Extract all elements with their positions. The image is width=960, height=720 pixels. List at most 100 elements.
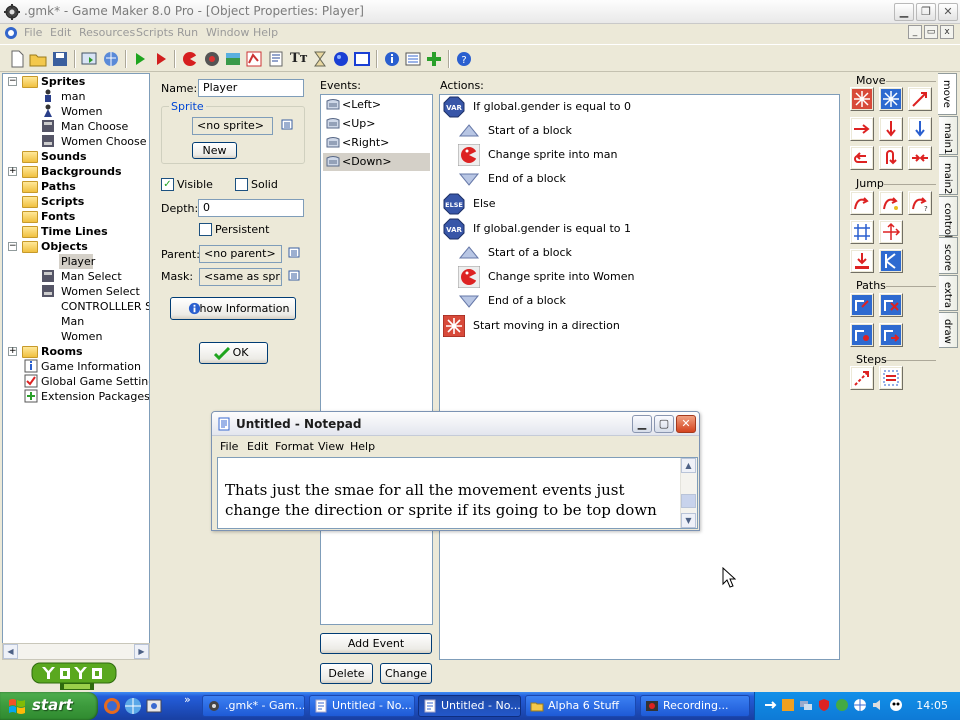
path-position-button[interactable] [850, 323, 874, 347]
notepad-vertical-scrollbar[interactable]: ▲ ▼ [680, 458, 697, 528]
menu-file[interactable]: File [24, 26, 42, 39]
tree-item-backgrounds[interactable]: Backgrounds [41, 164, 122, 179]
tree-item-women-object[interactable]: Women [61, 329, 102, 344]
tree-item-women[interactable]: Women [61, 104, 102, 119]
tab-control[interactable]: control [939, 196, 958, 238]
tray-app-icon[interactable] [835, 698, 849, 712]
program-icon[interactable] [145, 697, 163, 715]
event-right[interactable]: <Right> [323, 134, 430, 152]
tab-move[interactable]: move [938, 73, 957, 115]
move-to-contact-button[interactable] [850, 249, 874, 273]
expand-toggle[interactable]: + [8, 347, 17, 356]
create-room-icon[interactable] [353, 50, 371, 68]
tree-item-rooms[interactable]: Rooms [41, 344, 83, 359]
move-fixed-button[interactable] [850, 87, 874, 111]
menu-help[interactable]: Help [253, 26, 278, 39]
mdi-close-button[interactable]: x [940, 25, 954, 39]
menu-resources[interactable]: Resources [79, 26, 135, 39]
speed-vertical-button[interactable] [879, 117, 903, 141]
event-up[interactable]: <Up> [323, 115, 430, 133]
mdi-minimize-button[interactable]: _ [908, 25, 922, 39]
tree-horizontal-scrollbar[interactable]: ◀ ▶ [2, 643, 150, 660]
tree-item-man-select[interactable]: Man Select [61, 269, 122, 284]
move-towards-button[interactable] [908, 87, 932, 111]
notepad-menu-file[interactable]: File [220, 440, 238, 453]
tree-item-objects[interactable]: Objects [41, 239, 88, 254]
taskbar-item-game-maker[interactable]: .gmk* - Gam... [202, 695, 305, 717]
menu-run[interactable]: Run [177, 26, 198, 39]
parent-menu-icon[interactable] [288, 247, 302, 261]
minimize-button[interactable]: ▁ [894, 3, 914, 21]
jump-to-random-button[interactable]: ? [908, 191, 932, 215]
event-left[interactable]: <Left> [323, 96, 430, 114]
reverse-horizontal-button[interactable] [850, 146, 874, 170]
tree-item-sprites[interactable]: Sprites [41, 74, 85, 89]
extension-packages-icon[interactable] [425, 50, 443, 68]
tree-item-paths[interactable]: Paths [41, 179, 76, 194]
align-to-grid-button[interactable] [850, 220, 874, 244]
tray-warning-icon[interactable] [781, 698, 795, 712]
scroll-down-arrow[interactable]: ▼ [681, 513, 696, 528]
menu-window[interactable]: Window [206, 26, 249, 39]
tree-item-global-game-settings[interactable]: Global Game Settings [41, 374, 149, 389]
tree-item-time-lines[interactable]: Time Lines [41, 224, 108, 239]
end-path-button[interactable] [879, 293, 903, 317]
move-free-button[interactable] [879, 87, 903, 111]
tree-item-man-object[interactable]: Man [61, 314, 84, 329]
parent-field[interactable]: <no parent> [199, 245, 282, 263]
event-down[interactable]: <Down> [323, 153, 430, 171]
tray-arrows-icon[interactable] [763, 698, 777, 712]
taskbar-item-recording[interactable]: Recording... [640, 695, 750, 717]
change-event-button[interactable]: Change [380, 663, 432, 684]
mask-field[interactable]: <same as sprite> [199, 268, 282, 286]
tree-item-women-choose[interactable]: Women Choose [61, 134, 147, 149]
scroll-left-arrow[interactable]: ◀ [3, 644, 18, 659]
tray-network-icon[interactable] [799, 698, 813, 712]
publish-icon[interactable] [102, 50, 120, 68]
firefox-icon[interactable] [103, 697, 121, 715]
persistent-checkbox[interactable] [199, 223, 212, 236]
tree-item-player[interactable]: Player [59, 254, 95, 269]
tree-item-fonts[interactable]: Fonts [41, 209, 75, 224]
sprite-field[interactable]: <no sprite> [192, 117, 273, 135]
step-avoiding-button[interactable] [879, 366, 903, 390]
tree-item-controller[interactable]: CONTROLLLER ST [61, 299, 149, 314]
mdi-restore-button[interactable]: ▭ [924, 25, 938, 39]
tab-main2[interactable]: main2 [939, 156, 958, 195]
create-sprite-icon[interactable] [181, 50, 199, 68]
set-friction-button[interactable] [908, 146, 932, 170]
notepad-menu-edit[interactable]: Edit [247, 440, 268, 453]
start-button[interactable]: start [0, 692, 98, 720]
scroll-right-arrow[interactable]: ▶ [134, 644, 149, 659]
actions-list[interactable]: VAR If global.gender is equal to 0 Start… [439, 94, 840, 660]
create-timeline-icon[interactable] [311, 50, 329, 68]
run-icon[interactable] [131, 50, 149, 68]
tree-item-man[interactable]: man [61, 89, 85, 104]
depth-field[interactable]: 0 [198, 199, 304, 217]
notepad-menu-format[interactable]: Format [275, 440, 314, 453]
taskbar-item-alpha-folder[interactable]: Alpha 6 Stuff [525, 695, 636, 717]
menu-edit[interactable]: Edit [50, 26, 71, 39]
menu-scripts[interactable]: Scripts [136, 26, 174, 39]
create-sound-icon[interactable] [203, 50, 221, 68]
notepad-close-button[interactable]: ✕ [676, 415, 696, 433]
tray-globe-icon[interactable] [853, 698, 867, 712]
jump-to-start-button[interactable] [879, 191, 903, 215]
tree-item-extension-packages[interactable]: Extension Packages [41, 389, 149, 404]
close-button[interactable]: ✕ [938, 3, 958, 21]
taskbar-item-notepad-1[interactable]: Untitled - No... [309, 695, 415, 717]
help-icon[interactable]: ? [455, 50, 473, 68]
tree-item-scripts[interactable]: Scripts [41, 194, 84, 209]
notepad-text-area[interactable]: Thats just the smae for all the movement… [217, 457, 698, 529]
tray-shield-icon[interactable] [817, 698, 831, 712]
game-information-icon[interactable] [383, 50, 401, 68]
tab-main1[interactable]: main1 [939, 116, 958, 155]
speed-horizontal-button[interactable] [850, 117, 874, 141]
create-font-icon[interactable]: Tт [290, 51, 308, 66]
scroll-up-arrow[interactable]: ▲ [681, 458, 696, 473]
taskbar-item-notepad-2[interactable]: Untitled - No... [418, 695, 521, 717]
mask-menu-icon[interactable] [288, 270, 302, 284]
save-icon[interactable] [51, 50, 69, 68]
tree-item-sounds[interactable]: Sounds [41, 149, 87, 164]
add-event-button[interactable]: Add Event [320, 633, 432, 654]
